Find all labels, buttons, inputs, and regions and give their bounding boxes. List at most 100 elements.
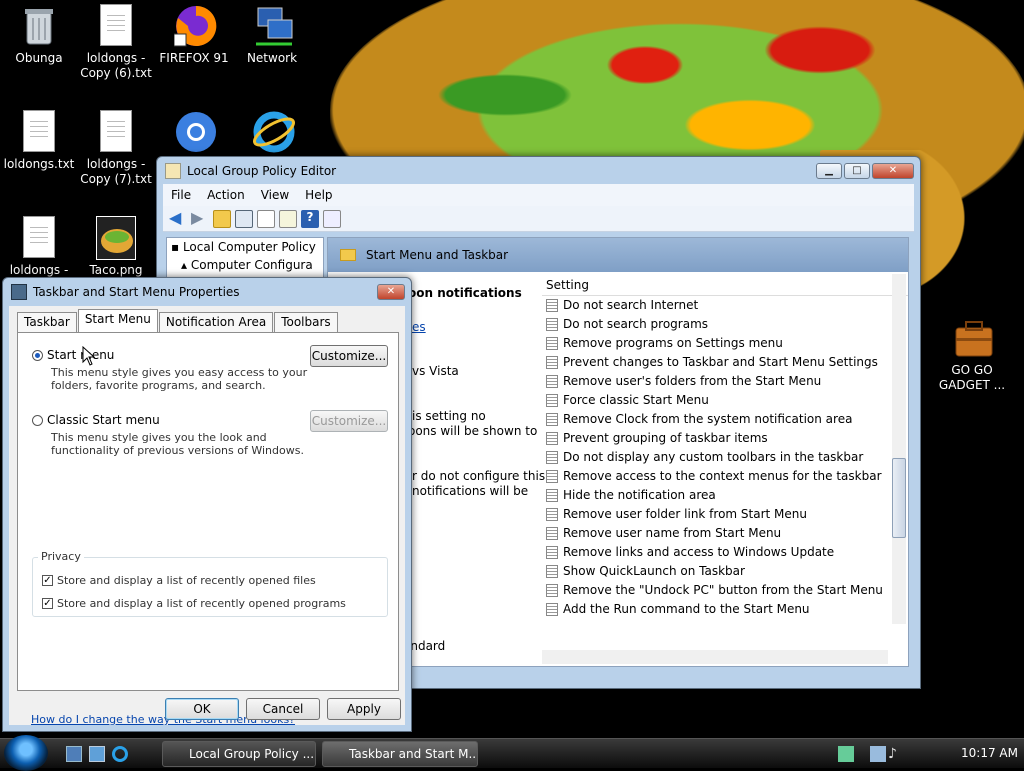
policy-setting-icon [546, 489, 558, 502]
setting-row[interactable]: Show QuickLaunch on Taskbar [542, 562, 908, 581]
network-tray-icon[interactable] [838, 746, 854, 762]
desktop-icon-label: loldongs - Copy (7).txt [80, 157, 152, 186]
tree-item-computer-configuration[interactable]: ▴ Computer Configura [167, 256, 323, 274]
setting-row[interactable]: Prevent grouping of taskbar items [542, 429, 908, 448]
internet-explorer-icon[interactable] [112, 746, 128, 762]
setting-row[interactable]: Remove programs on Settings menu [542, 334, 908, 353]
desktop-icon-gadget[interactable]: GO GO GADGET ... [930, 316, 1014, 393]
taskbar-button-taskbar-properties[interactable]: Taskbar and Start M... [322, 741, 478, 767]
taskbar-properties-dialog[interactable]: Taskbar and Start Menu Properties ✕ Task… [2, 277, 412, 732]
filter-icon[interactable] [323, 209, 341, 228]
policy-icon [165, 163, 181, 179]
setting-label: Do not display any custom toolbars in th… [563, 450, 864, 464]
network-icon [252, 4, 293, 48]
apply-button[interactable]: Apply [327, 698, 401, 720]
policy-setting-icon [546, 318, 558, 331]
setting-column-header[interactable]: Setting [542, 274, 908, 296]
vertical-scrollbar[interactable] [892, 274, 906, 624]
desktop-icon-network[interactable]: Network [230, 4, 314, 66]
policy-setting-icon [546, 356, 558, 369]
desktop-icon-txt[interactable]: loldongs.txt [0, 110, 81, 172]
setting-row[interactable]: Force classic Start Menu [542, 391, 908, 410]
taskbar: Local Group Policy ... Taskbar and Start… [0, 735, 1024, 771]
setting-row[interactable]: Remove Clock from the system notificatio… [542, 410, 908, 429]
tree-item-local-computer-policy[interactable]: ▪ Local Computer Policy [167, 238, 323, 256]
classic-start-menu-radio[interactable] [32, 415, 43, 426]
tab-toolbars[interactable]: Toolbars [274, 312, 338, 332]
setting-label: Remove the "Undock PC" button from the S… [563, 583, 883, 597]
export-list-icon[interactable] [279, 209, 297, 228]
tab-start-menu[interactable]: Start Menu [77, 309, 158, 332]
forward-icon[interactable]: ▶ [191, 209, 209, 228]
setting-row[interactable]: Hide the notification area [542, 486, 908, 505]
details-pane: Start Menu and Taskbar oon notifications… [327, 237, 909, 667]
desktop-icon-txt-copy6[interactable]: loldongs - Copy (6).txt [74, 4, 158, 81]
customize-button[interactable]: Customize... [310, 345, 388, 367]
menu-help[interactable]: Help [297, 188, 340, 202]
start-menu-radio[interactable] [32, 350, 43, 361]
start-menu-label[interactable]: Start menu [47, 348, 114, 362]
clock[interactable]: 10:17 AM [961, 746, 1018, 760]
desc-line: vs Vista [412, 364, 459, 378]
dialog-body: Taskbar Start Menu Notification Area Too… [9, 306, 405, 726]
taskbar-button-group-policy[interactable]: Local Group Policy ... [162, 741, 316, 767]
customize-classic-button[interactable]: Customize... [310, 410, 388, 432]
setting-row[interactable]: Remove access to the context menus for t… [542, 467, 908, 486]
maximize-button[interactable]: □ [844, 163, 870, 179]
store-files-label[interactable]: Store and display a list of recently ope… [57, 574, 316, 587]
dialog-titlebar[interactable]: Taskbar and Start Menu Properties [3, 278, 411, 306]
computer-tray-icon[interactable] [870, 746, 886, 762]
minimize-button[interactable]: ▁ [816, 163, 842, 179]
desktop-icon-firefox[interactable]: FIREFOX 91 [152, 4, 236, 66]
setting-row[interactable]: Remove user's folders from the Start Men… [542, 372, 908, 391]
menu-file[interactable]: File [163, 188, 199, 202]
desktop-icon-ie[interactable] [230, 110, 314, 157]
properties-icon[interactable] [257, 209, 275, 228]
volume-icon[interactable]: ♪ [888, 746, 904, 762]
help-icon[interactable]: ? [301, 209, 319, 228]
menu-action[interactable]: Action [199, 188, 253, 202]
switch-windows-icon[interactable] [89, 746, 105, 762]
classic-start-menu-label[interactable]: Classic Start menu [47, 413, 160, 427]
gpe-titlebar[interactable]: Local Group Policy Editor [157, 157, 920, 185]
setting-row[interactable]: Remove the "Undock PC" button from the S… [542, 581, 908, 600]
start-button[interactable] [4, 735, 48, 771]
desktop-icon-txt-2[interactable]: loldongs - [0, 216, 81, 278]
ok-button[interactable]: OK [165, 698, 239, 720]
vertical-scroll-thumb[interactable] [892, 458, 906, 538]
menu-view[interactable]: View [253, 188, 297, 202]
setting-row[interactable]: Do not search Internet [542, 296, 908, 315]
store-programs-checkbox[interactable]: ✓ [42, 598, 53, 609]
horizontal-scrollbar[interactable] [542, 650, 888, 664]
setting-row[interactable]: Do not search programs [542, 315, 908, 334]
setting-label: Show QuickLaunch on Taskbar [563, 564, 745, 578]
tab-taskbar[interactable]: Taskbar [17, 312, 77, 332]
firefox-icon [173, 4, 217, 48]
desktop-icon-taco[interactable]: Taco.png [74, 216, 158, 278]
show-hide-tree-icon[interactable] [235, 209, 253, 228]
setting-row[interactable]: Remove user folder link from Start Menu [542, 505, 908, 524]
desktop-icon-label: Network [246, 51, 298, 65]
policy-setting-icon [546, 470, 558, 483]
show-desktop-icon[interactable] [66, 746, 82, 762]
up-folder-icon[interactable] [213, 209, 231, 228]
setting-row[interactable]: Remove user name from Start Menu [542, 524, 908, 543]
setting-row[interactable]: Add the Run command to the Start Menu [542, 600, 908, 619]
store-files-checkbox[interactable]: ✓ [42, 575, 53, 586]
setting-row[interactable]: Remove links and access to Windows Updat… [542, 543, 908, 562]
store-programs-label[interactable]: Store and display a list of recently ope… [57, 597, 346, 610]
cancel-button[interactable]: Cancel [246, 698, 320, 720]
close-button[interactable]: ✕ [872, 163, 914, 179]
back-icon[interactable]: ◀ [169, 209, 187, 228]
desktop-icon-recycle-bin[interactable]: Obunga [0, 4, 81, 66]
close-button[interactable]: ✕ [377, 284, 405, 300]
tab-notification-area[interactable]: Notification Area [158, 312, 274, 332]
setting-row[interactable]: Do not display any custom toolbars in th… [542, 448, 908, 467]
desktop-icon-chrome[interactable] [152, 110, 236, 157]
desc-link[interactable]: es [412, 320, 426, 335]
setting-label: Do not search programs [563, 317, 709, 331]
desktop-icon-txt-copy7[interactable]: loldongs - Copy (7).txt [74, 110, 158, 187]
desktop-icon-label: loldongs - Copy (6).txt [80, 51, 152, 80]
setting-row[interactable]: Prevent changes to Taskbar and Start Men… [542, 353, 908, 372]
policy-setting-icon [546, 432, 558, 445]
